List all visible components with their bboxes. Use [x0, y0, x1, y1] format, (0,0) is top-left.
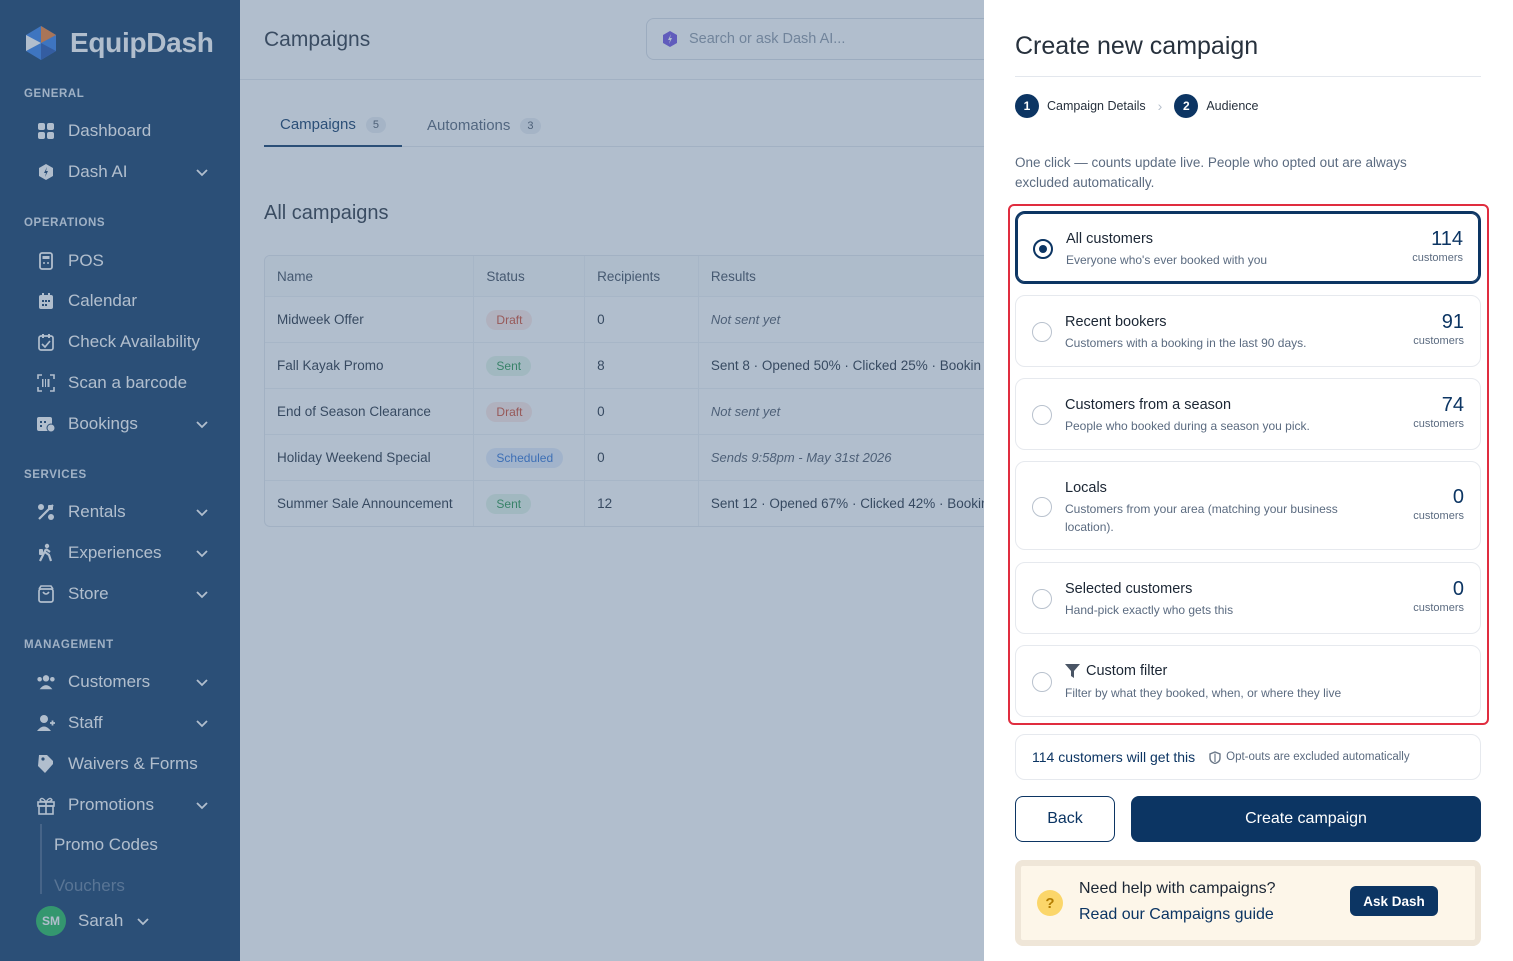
option-title: Customers from a season	[1065, 397, 1232, 413]
option-title: All customers	[1066, 231, 1154, 247]
option-desc: Customers from your area (matching your …	[1065, 502, 1338, 534]
divider	[1015, 76, 1481, 77]
modal-backdrop[interactable]	[0, 0, 984, 961]
shield-icon	[1209, 750, 1221, 764]
option-desc: Filter by what they booked, when, or whe…	[1065, 686, 1342, 700]
option-unit: customers	[1413, 602, 1464, 614]
audience-summary: 114 customers will get this Opt-outs are…	[1015, 734, 1481, 780]
help-title: Need help with campaigns?	[1079, 880, 1276, 897]
audience-option-selected-customers[interactable]: Selected customers Hand-pick exactly who…	[1015, 562, 1481, 634]
chevron-right-icon: ›	[1157, 98, 1163, 114]
audience-option-recent-bookers[interactable]: Recent bookers Customers with a booking …	[1015, 295, 1481, 367]
question-icon: ?	[1037, 890, 1063, 916]
option-unit: customers	[1413, 335, 1464, 347]
audience-option-season[interactable]: Customers from a season People who booke…	[1015, 378, 1481, 450]
radio[interactable]	[1032, 672, 1052, 692]
help-card: ? Need help with campaigns? Read our Cam…	[1015, 860, 1481, 946]
audience-option-all-customers[interactable]: All customers Everyone who's ever booked…	[1015, 211, 1481, 284]
stepper: 1 Campaign Details › 2 Audience	[1015, 94, 1258, 118]
option-count: 74	[1441, 394, 1464, 416]
step-label[interactable]: Campaign Details	[1047, 99, 1146, 113]
campaigns-guide-link[interactable]: Read our Campaigns guide	[1079, 906, 1274, 924]
step-number: 2	[1174, 94, 1199, 118]
radio[interactable]	[1032, 497, 1052, 517]
option-unit: customers	[1412, 252, 1463, 264]
option-desc: People who booked during a season you pi…	[1065, 419, 1310, 433]
option-count: 0	[1452, 486, 1464, 508]
option-unit: customers	[1413, 510, 1464, 522]
radio[interactable]	[1032, 589, 1052, 609]
option-count: 91	[1441, 311, 1464, 333]
drawer-title: Create new campaign	[1015, 32, 1259, 60]
option-count: 114	[1431, 228, 1463, 250]
option-desc: Hand-pick exactly who gets this	[1065, 603, 1234, 617]
radio[interactable]	[1032, 405, 1052, 425]
audience-option-locals[interactable]: Locals Customers from your area (matchin…	[1015, 461, 1481, 550]
back-button[interactable]: Back	[1015, 796, 1115, 842]
optout-note: Opt-outs are excluded automatically	[1209, 750, 1410, 764]
option-desc: Customers with a booking in the last 90 …	[1065, 336, 1307, 350]
optout-text: Opt-outs are excluded automatically	[1226, 751, 1410, 763]
summary-count: 114 customers will get this	[1032, 749, 1196, 765]
ask-dash-button[interactable]: Ask Dash	[1350, 886, 1438, 916]
audience-option-custom-filter[interactable]: Custom filter Filter by what they booked…	[1015, 645, 1481, 717]
audience-intro: One click — counts update live. People w…	[1015, 155, 1407, 190]
step-label[interactable]: Audience	[1206, 99, 1258, 113]
option-desc: Everyone who's ever booked with you	[1066, 253, 1268, 267]
step-number: 1	[1015, 94, 1039, 118]
filter-icon	[1065, 664, 1080, 678]
radio[interactable]	[1032, 322, 1052, 342]
option-title: Recent bookers	[1065, 314, 1167, 330]
option-title-text: Custom filter	[1086, 663, 1168, 679]
option-title: Locals	[1065, 480, 1107, 496]
option-count: 0	[1452, 578, 1464, 600]
radio-selected[interactable]	[1033, 239, 1053, 259]
option-unit: customers	[1413, 418, 1464, 430]
option-title: Selected customers	[1065, 581, 1193, 597]
create-campaign-button[interactable]: Create campaign	[1131, 796, 1481, 842]
option-title: Custom filter	[1065, 663, 1167, 679]
